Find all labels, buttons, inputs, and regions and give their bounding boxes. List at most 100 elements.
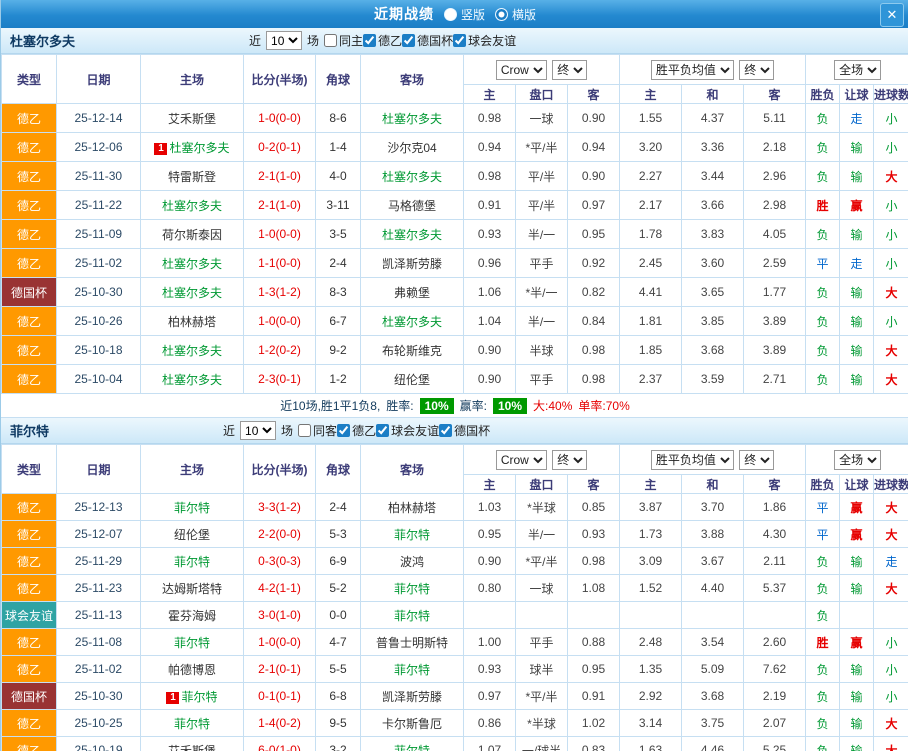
away-team: 菲尔特	[360, 520, 464, 548]
handicap-result-cell: 走	[839, 103, 875, 133]
filter-checkbox[interactable]	[324, 33, 338, 47]
filter-option[interactable]: 德国杯	[402, 32, 453, 49]
filter-label: 球会友谊	[391, 423, 440, 438]
match-count-select[interactable]: 10	[266, 31, 303, 50]
euro-away-odds: 4.05	[743, 219, 807, 249]
corner-score: 2-4	[315, 248, 361, 278]
away-team: 纽伦堡	[360, 364, 464, 394]
filter-checkbox[interactable]	[453, 33, 467, 47]
home-team: 杜塞尔多夫	[140, 364, 244, 394]
goals-result-cell: 大	[873, 709, 908, 737]
handicap-result-cell: 输	[839, 682, 875, 710]
match-date: 25-11-22	[56, 190, 141, 220]
col-corner: 角球	[315, 444, 361, 494]
odds-time-select[interactable]: 终	[552, 59, 588, 80]
match-score: 1-0(0-0)	[243, 103, 316, 133]
euro-draw-odds: 5.09	[681, 655, 745, 683]
euro-draw-odds: 3.83	[681, 219, 745, 249]
away-team: 杜塞尔多夫	[360, 161, 464, 191]
asia-home-odds: 0.90	[463, 364, 516, 394]
close-icon[interactable]: ✕	[880, 3, 904, 27]
filter-option[interactable]: 球会友谊	[376, 422, 439, 439]
away-team: 卡尔斯鲁厄	[360, 709, 464, 737]
col-away: 客场	[360, 444, 464, 494]
handicap-result-cell: 输	[839, 655, 875, 683]
result-cell: 负	[805, 547, 841, 575]
asia-home-odds: 0.94	[463, 132, 516, 162]
match-row: 德乙 25-11-08 菲尔特 1-0(0-0) 4-7 普鲁士明斯特 1.00 平手 0.88…	[1, 628, 908, 656]
match-date: 25-11-30	[56, 161, 141, 191]
asia-odds-header: Crow 终	[462, 54, 621, 85]
europe-time-select[interactable]: 终	[739, 59, 775, 80]
europe-odds-select[interactable]: 胜平负均值	[650, 59, 734, 80]
layout-vertical-option[interactable]: 竖版	[443, 6, 485, 23]
filter-checkbox[interactable]	[439, 423, 453, 437]
europe-odds-select[interactable]: 胜平负均值	[650, 449, 734, 470]
filter-checkbox[interactable]	[376, 423, 390, 437]
league-badge: 德乙	[1, 248, 57, 278]
asia-home-odds: 0.90	[463, 547, 516, 575]
euro-draw-odds: 3.68	[681, 335, 745, 365]
match-date: 25-12-13	[56, 493, 141, 521]
league-badge: 德乙	[1, 306, 57, 336]
col-away: 客场	[360, 54, 464, 104]
sub-goals: 进球数	[873, 474, 908, 494]
asia-away-odds: 0.95	[566, 655, 621, 683]
euro-away-odds: 1.86	[743, 493, 807, 521]
team-name: 菲尔特	[10, 424, 50, 439]
home-team: 帕德博恩	[140, 655, 244, 683]
goals-result-cell: 小	[873, 655, 908, 683]
filter-checkbox[interactable]	[298, 423, 312, 437]
result-cell: 负	[805, 132, 841, 162]
match-date: 25-10-30	[56, 682, 141, 710]
odds-company-select[interactable]: Crow	[495, 449, 547, 470]
asia-handicap: *平/半	[515, 682, 568, 710]
away-team: 菲尔特	[360, 574, 464, 602]
away-team: 波鸿	[360, 547, 464, 575]
europe-time-select[interactable]: 终	[739, 449, 775, 470]
sub-euro-home: 主	[619, 474, 683, 494]
corner-score: 8-3	[315, 277, 361, 307]
filter-checkbox[interactable]	[337, 423, 351, 437]
euro-away-odds	[743, 601, 807, 629]
handicap-result-cell: 输	[839, 709, 875, 737]
euro-odds-header: 胜平负均值 终	[619, 54, 807, 85]
result-cell: 负	[805, 574, 841, 602]
euro-draw-odds: 3.59	[681, 364, 745, 394]
odds-time-select[interactable]: 终	[552, 449, 588, 470]
single-rate: 单率:70%	[578, 399, 630, 413]
filter-option[interactable]: 德国杯	[439, 422, 490, 439]
fullmatch-select[interactable]: 全场	[834, 59, 882, 80]
col-date: 日期	[56, 54, 141, 104]
home-team: 霍芬海姆	[140, 601, 244, 629]
odds-company-select[interactable]: Crow	[495, 59, 547, 80]
match-date: 25-11-13	[56, 601, 141, 629]
euro-home-odds: 1.55	[619, 103, 683, 133]
away-team: 凯泽斯劳滕	[360, 248, 464, 278]
asia-handicap: 球半	[515, 655, 568, 683]
goals-result-cell: 大	[873, 277, 908, 307]
fullmatch-select[interactable]: 全场	[834, 449, 882, 470]
asia-handicap	[515, 601, 568, 629]
filter-checkbox[interactable]	[363, 33, 377, 47]
away-team: 普鲁士明斯特	[360, 628, 464, 656]
asia-handicap: 平手	[515, 628, 568, 656]
asia-away-odds: 0.93	[566, 520, 621, 548]
team-name: 杜塞尔多夫	[10, 34, 76, 49]
asia-handicap: *半球	[515, 709, 568, 737]
handicap-result-cell: 输	[839, 132, 875, 162]
euro-away-odds: 2.11	[743, 547, 807, 575]
layout-horizontal-option[interactable]: 横版	[495, 6, 536, 23]
filter-option[interactable]: 德乙	[337, 422, 376, 439]
asia-home-odds: 1.04	[463, 306, 516, 336]
result-cell: 负	[805, 655, 841, 683]
euro-draw-odds: 4.40	[681, 574, 745, 602]
filter-option[interactable]: 同客	[298, 422, 337, 439]
filter-option[interactable]: 同主	[324, 32, 363, 49]
col-type: 类型	[1, 444, 57, 494]
match-count-select[interactable]: 10	[240, 421, 277, 440]
match-row: 德乙 25-12-13 菲尔特 3-3(1-2) 2-4 柏林赫塔 1.03 *半球 0.85 3…	[1, 493, 908, 521]
filter-option[interactable]: 德乙	[363, 32, 402, 49]
filter-option[interactable]: 球会友谊	[453, 32, 516, 49]
filter-checkbox[interactable]	[402, 33, 416, 47]
